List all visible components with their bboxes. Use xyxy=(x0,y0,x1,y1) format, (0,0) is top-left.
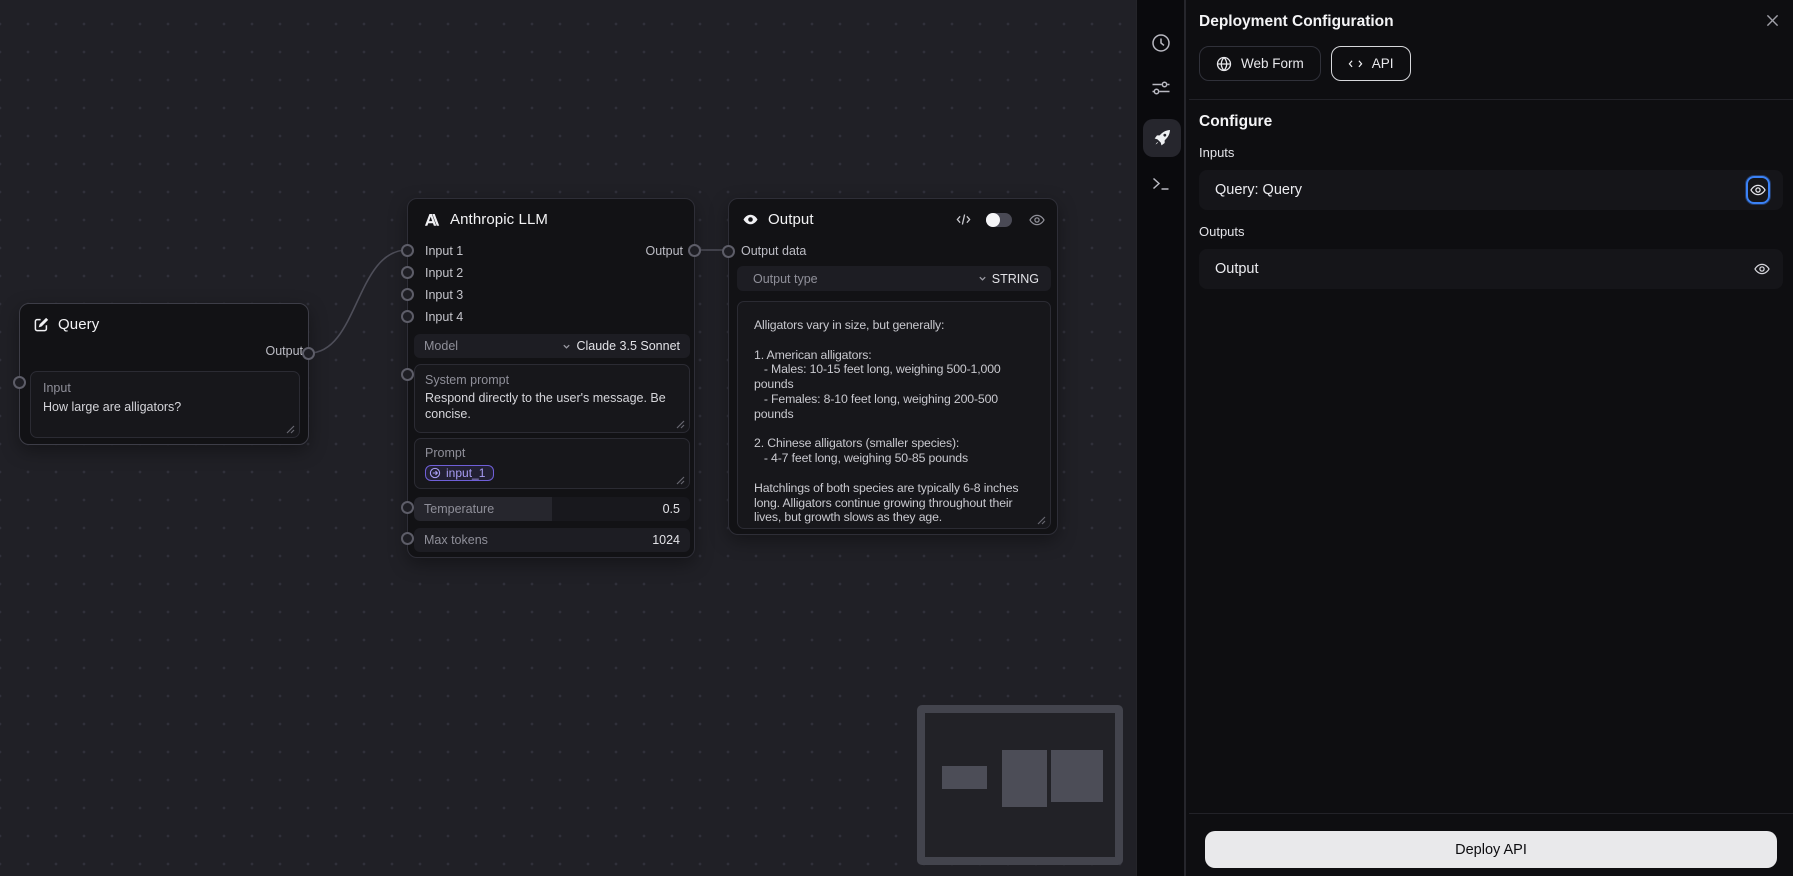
anthropic-logo-icon xyxy=(423,212,441,228)
terminal-icon[interactable] xyxy=(1151,174,1171,192)
llm-output-port-label: Output xyxy=(645,244,683,258)
output-type-value[interactable]: STRING xyxy=(978,272,1039,286)
globe-icon xyxy=(1216,56,1232,72)
llm-model-select[interactable]: Model Claude 3.5 Sonnet xyxy=(414,334,690,358)
input-row-label: Query: Query xyxy=(1215,182,1303,198)
llm-max-tokens-value[interactable]: 1024 xyxy=(652,533,680,547)
tool-sidebar xyxy=(1136,0,1186,876)
output-result-textarea[interactable]: Alligators vary in size, but generally: … xyxy=(737,301,1051,529)
output-row-label: Output xyxy=(1215,261,1259,277)
output-node-header: Output xyxy=(729,199,1057,234)
eye-filled-icon xyxy=(742,212,759,227)
resize-handle-icon[interactable] xyxy=(286,425,295,434)
minimap-output-node xyxy=(1051,750,1103,802)
llm-input4-port[interactable] xyxy=(401,310,414,323)
llm-input3-port[interactable] xyxy=(401,288,414,301)
query-input-port[interactable] xyxy=(13,376,26,389)
code-view-toggle[interactable] xyxy=(986,212,1012,227)
llm-temperature-port[interactable] xyxy=(401,501,414,514)
anthropic-llm-node[interactable]: Anthropic LLM Input 1 Input 2 Input 3 In… xyxy=(401,198,701,558)
panel-footer: Deploy API xyxy=(1189,813,1793,876)
llm-system-prompt-port[interactable] xyxy=(401,368,414,381)
panel-title: Deployment Configuration xyxy=(1199,13,1394,30)
tab-web-form[interactable]: Web Form xyxy=(1199,46,1321,81)
app-root: Query Output Input How large are alligat… xyxy=(0,0,1793,876)
llm-prompt-field[interactable]: Prompt input_1 xyxy=(414,438,690,489)
inputs-heading: Inputs xyxy=(1199,145,1235,160)
llm-input2-label: Input 2 xyxy=(425,266,464,280)
resize-handle-icon[interactable] xyxy=(676,420,685,429)
llm-node-header: Anthropic LLM xyxy=(408,199,694,234)
llm-temperature-label: Temperature xyxy=(424,502,495,516)
output-node[interactable]: Output Output data Output type STRING Al… xyxy=(722,198,1058,535)
output-type-label: Output type xyxy=(753,271,818,286)
llm-input2-port[interactable] xyxy=(401,266,414,279)
llm-max-tokens-port[interactable] xyxy=(401,532,414,545)
deployment-mode-tabs: Web Form API xyxy=(1199,46,1793,81)
output-type-select[interactable]: Output type STRING xyxy=(737,266,1051,291)
chevron-down-icon xyxy=(978,274,987,283)
tab-api-label: API xyxy=(1371,56,1394,71)
llm-system-prompt-value[interactable]: Respond directly to the user's message. … xyxy=(425,391,679,422)
tab-web-form-label: Web Form xyxy=(1241,56,1304,71)
output-row-output[interactable]: Output xyxy=(1199,249,1783,289)
query-input-textarea[interactable]: Input How large are alligators? xyxy=(30,371,300,438)
llm-output-port[interactable] xyxy=(688,244,701,257)
resize-handle-icon[interactable] xyxy=(676,476,685,485)
llm-input4-label: Input 4 xyxy=(425,310,464,324)
code-icon xyxy=(1348,58,1363,70)
deploy-rocket-icon[interactable] xyxy=(1143,119,1181,157)
query-output-port-label: Output xyxy=(265,344,303,358)
close-icon[interactable] xyxy=(1766,14,1779,27)
llm-model-value[interactable]: Claude 3.5 Sonnet xyxy=(562,339,680,353)
llm-input1-label: Input 1 xyxy=(425,244,464,258)
query-node-header: Query xyxy=(20,304,308,339)
canvas-minimap[interactable] xyxy=(917,705,1123,865)
minimap-llm-node xyxy=(1002,750,1047,807)
deploy-api-button[interactable]: Deploy API xyxy=(1205,831,1777,868)
chevron-down-icon xyxy=(562,342,571,351)
query-node[interactable]: Query Output Input How large are alligat… xyxy=(13,303,315,445)
output-visibility-eye-icon[interactable] xyxy=(1029,213,1045,227)
resize-handle-icon[interactable] xyxy=(1037,516,1046,525)
llm-prompt-label: Prompt xyxy=(425,446,466,460)
query-input-value[interactable]: How large are alligators? xyxy=(43,400,287,416)
configure-heading: Configure xyxy=(1199,113,1273,130)
query-output-port[interactable] xyxy=(302,347,315,360)
llm-max-tokens-label: Max tokens xyxy=(424,533,488,547)
llm-input1-port[interactable] xyxy=(401,244,414,257)
llm-max-tokens-field[interactable]: Max tokens 1024 xyxy=(414,528,690,552)
panel-main: Configure Inputs Query: Query Outputs Ou… xyxy=(1189,100,1793,813)
input-1-variable-chip[interactable]: input_1 xyxy=(425,465,495,481)
output-visibility-eye-button[interactable] xyxy=(1754,262,1770,276)
deployment-configuration-panel: Deployment Configuration Web Form API Co… xyxy=(1189,0,1793,876)
llm-input3-label: Input 3 xyxy=(425,288,464,302)
tab-api[interactable]: API xyxy=(1330,46,1411,81)
outputs-heading: Outputs xyxy=(1199,224,1245,239)
query-node-title: Query xyxy=(58,316,100,333)
code-icon[interactable] xyxy=(956,213,971,226)
minimap-query-node xyxy=(942,766,987,789)
output-node-title: Output xyxy=(768,211,814,228)
query-input-label: Input xyxy=(43,381,71,395)
settings-sliders-icon[interactable] xyxy=(1151,79,1171,97)
llm-temperature-field[interactable]: Temperature 0.5 xyxy=(414,497,690,521)
edit-pencil-icon xyxy=(33,317,49,333)
history-clock-icon[interactable] xyxy=(1151,33,1171,53)
llm-node-title: Anthropic LLM xyxy=(450,211,549,228)
workflow-canvas[interactable]: Query Output Input How large are alligat… xyxy=(0,0,1136,876)
toggle-knob xyxy=(986,212,1000,227)
llm-model-label: Model xyxy=(424,339,459,353)
output-data-port[interactable] xyxy=(722,245,735,258)
llm-temperature-value[interactable]: 0.5 xyxy=(663,502,680,516)
circled-arrow-icon xyxy=(429,467,441,479)
output-data-port-label: Output data xyxy=(741,244,807,258)
output-result-text: Alligators vary in size, but generally: … xyxy=(754,318,1019,525)
llm-system-prompt-label: System prompt xyxy=(425,373,510,387)
input-visibility-eye-button[interactable] xyxy=(1746,176,1770,204)
input-row-query[interactable]: Query: Query xyxy=(1199,170,1783,210)
llm-system-prompt-textarea[interactable]: System prompt Respond directly to the us… xyxy=(414,364,690,433)
